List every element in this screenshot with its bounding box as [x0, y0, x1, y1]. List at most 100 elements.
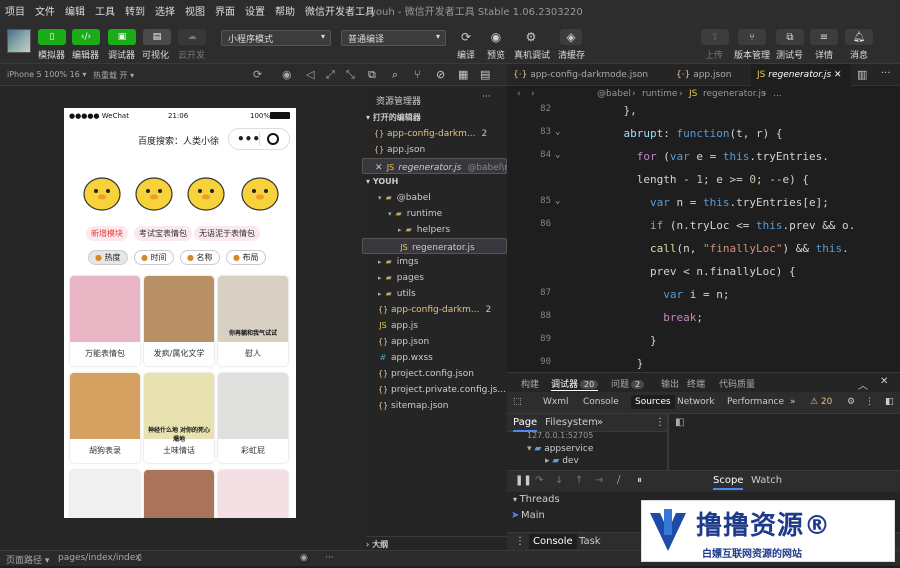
folder-item[interactable]: ▸ ▰ dev: [545, 456, 579, 466]
tree-item[interactable]: {} app-config-darkm... 2: [362, 302, 507, 318]
fold-icon[interactable]: ⌄: [555, 196, 560, 206]
panel-tab[interactable]: 问题 2: [611, 377, 645, 390]
menu-item[interactable]: 转到: [120, 3, 150, 18]
emoji-card[interactable]: [70, 470, 140, 518]
devtools-tab[interactable]: Performance: [727, 397, 784, 407]
code-editor[interactable]: 82 }, 83 abrupt: function(t, r) {84 for (…: [507, 102, 900, 372]
more-icon[interactable]: ···: [881, 68, 891, 79]
crumb-item[interactable]: @babel: [597, 86, 631, 102]
emoji-card[interactable]: [144, 470, 214, 518]
tab-scope[interactable]: Scope: [713, 475, 744, 490]
tree-item[interactable]: {} project.config.json: [362, 366, 507, 382]
tree-item[interactable]: ▸ ▰ helpers: [362, 222, 507, 238]
tree-item[interactable]: ▾ ▰ @babel: [362, 190, 507, 206]
category-pill[interactable]: 考试宝表情包: [134, 226, 192, 241]
category-pill[interactable]: 无语泥于表情包: [194, 226, 260, 241]
threads-header[interactable]: ▾ Threads: [513, 494, 560, 505]
menu-item[interactable]: 界面: [210, 3, 240, 18]
category-pill[interactable]: 新增模块: [86, 226, 128, 241]
debug-icon[interactable]: ⊘: [436, 68, 445, 81]
emoji-card[interactable]: 彩虹屁: [218, 373, 288, 463]
fold-icon[interactable]: ⌄: [555, 150, 560, 160]
tree-item[interactable]: ▸ ▰ pages: [362, 270, 507, 286]
filter-chip[interactable]: ● 布局: [226, 250, 266, 265]
crumb-item[interactable]: runtime: [642, 86, 677, 102]
devtools-tab[interactable]: Network: [677, 397, 715, 407]
tab-app-json[interactable]: {·} app.json: [670, 64, 750, 86]
close-icon[interactable]: [267, 133, 279, 145]
layout-icon[interactable]: ▤: [480, 68, 490, 81]
tree-item[interactable]: JS regenerator.js: [362, 238, 507, 254]
emoji-card[interactable]: 万能表情包: [70, 276, 140, 366]
upload-button[interactable]: ⇪: [701, 29, 729, 45]
tab-regenerator[interactable]: JS regenerator.js ✕: [751, 64, 851, 86]
eye-icon[interactable]: ◉: [300, 553, 308, 563]
emoji-card[interactable]: 胡狗表录: [70, 373, 140, 463]
version-button[interactable]: ⑂: [738, 29, 766, 45]
more-icon[interactable]: •••: [237, 132, 260, 146]
split-icon[interactable]: ▥: [857, 68, 867, 81]
forward-icon[interactable]: ›: [531, 86, 535, 102]
tree-item[interactable]: {} sitemap.json: [362, 398, 507, 414]
crumb-item[interactable]: regenerator.js: [703, 86, 766, 102]
collapse-icon[interactable]: ︿: [858, 377, 868, 392]
files-icon[interactable]: ⧉: [368, 68, 376, 82]
dock-icon[interactable]: ◧: [885, 397, 894, 407]
rotate-icon[interactable]: ⟳: [253, 68, 262, 81]
more-icon[interactable]: ···: [325, 553, 334, 563]
menu-item[interactable]: 工具: [90, 3, 120, 18]
emoji-card[interactable]: 我会转告 浦东 看看: [218, 470, 288, 518]
filter-chip[interactable]: ● 时间: [134, 250, 174, 265]
hotreload-select[interactable]: 热重载 开 ▾: [93, 70, 134, 81]
tree-item[interactable]: ▸ ▰ imgs: [362, 254, 507, 270]
copy-icon[interactable]: ▯: [137, 553, 142, 563]
tab-app-config[interactable]: {·} app-config-darkmode.json: [507, 64, 667, 86]
crumb-item[interactable]: ...: [773, 86, 782, 102]
filter-chip[interactable]: ● 名称: [180, 250, 220, 265]
eye-icon[interactable]: ◉: [485, 29, 507, 45]
avatar[interactable]: [7, 29, 31, 53]
deactivate-breakpoints-icon[interactable]: ⧸: [617, 475, 620, 486]
menu-item[interactable]: 编辑: [60, 3, 90, 18]
volume-icon[interactable]: ◁: [306, 68, 314, 81]
devtools-tab[interactable]: Wxml: [543, 397, 569, 407]
visual-button[interactable]: ▤: [143, 29, 171, 45]
panel-tab[interactable]: 终端: [687, 377, 705, 390]
compile-select[interactable]: 普通编译 ▾: [341, 30, 446, 46]
panel-tab[interactable]: 构建: [521, 377, 539, 390]
sidebar-toggle-icon[interactable]: ◧: [675, 417, 684, 428]
section-header[interactable]: ▾ 打开的编辑器: [366, 110, 511, 126]
pause-icon[interactable]: ❚❚: [515, 475, 532, 486]
section-header[interactable]: ▾ YOUH: [366, 174, 511, 190]
tree-item[interactable]: JS app.js: [362, 318, 507, 334]
close-icon[interactable]: ✕: [375, 163, 385, 173]
tree-item[interactable]: {} project.private.config.js...: [362, 382, 507, 398]
menu-item[interactable]: 帮助: [270, 3, 300, 18]
messages-button[interactable]: 🔔︎: [845, 29, 873, 45]
close-icon[interactable]: ✕: [880, 376, 888, 387]
layers-icon[interactable]: ◈: [560, 29, 582, 45]
record-icon[interactable]: ◉: [282, 68, 292, 81]
simulator-button[interactable]: ▯: [38, 29, 66, 45]
more-tabs-icon[interactable]: »: [597, 417, 603, 428]
step-icon[interactable]: →: [595, 475, 603, 486]
more-icon[interactable]: ⋮: [515, 536, 525, 547]
menu-item[interactable]: 设置: [240, 3, 270, 18]
device-select[interactable]: iPhone 5 100% 16 ▾: [7, 70, 86, 79]
search-icon[interactable]: ⌕: [392, 68, 398, 82]
mode-select[interactable]: 小程序模式 ▾: [221, 30, 331, 46]
panel-tab[interactable]: 调试器 20: [551, 377, 599, 391]
close-icon[interactable]: ⤡: [346, 68, 355, 82]
page-path-label[interactable]: 页面路径 ▾: [6, 553, 49, 566]
menu-item[interactable]: 项目: [0, 3, 30, 18]
tab-page[interactable]: Page: [513, 417, 538, 432]
filter-chip[interactable]: ● 热度: [88, 250, 128, 265]
menu-item[interactable]: 选择: [150, 3, 180, 18]
panel-tab[interactable]: 输出: [661, 377, 679, 390]
extensions-icon[interactable]: ▦: [458, 68, 468, 81]
test-account-button[interactable]: ⧉: [776, 29, 804, 45]
fold-icon[interactable]: ⌄: [555, 127, 560, 137]
tab-watch[interactable]: Watch: [751, 475, 782, 486]
editor-button[interactable]: ‹/›: [72, 29, 100, 45]
tree-item[interactable]: ▾ ▰ runtime: [362, 206, 507, 222]
